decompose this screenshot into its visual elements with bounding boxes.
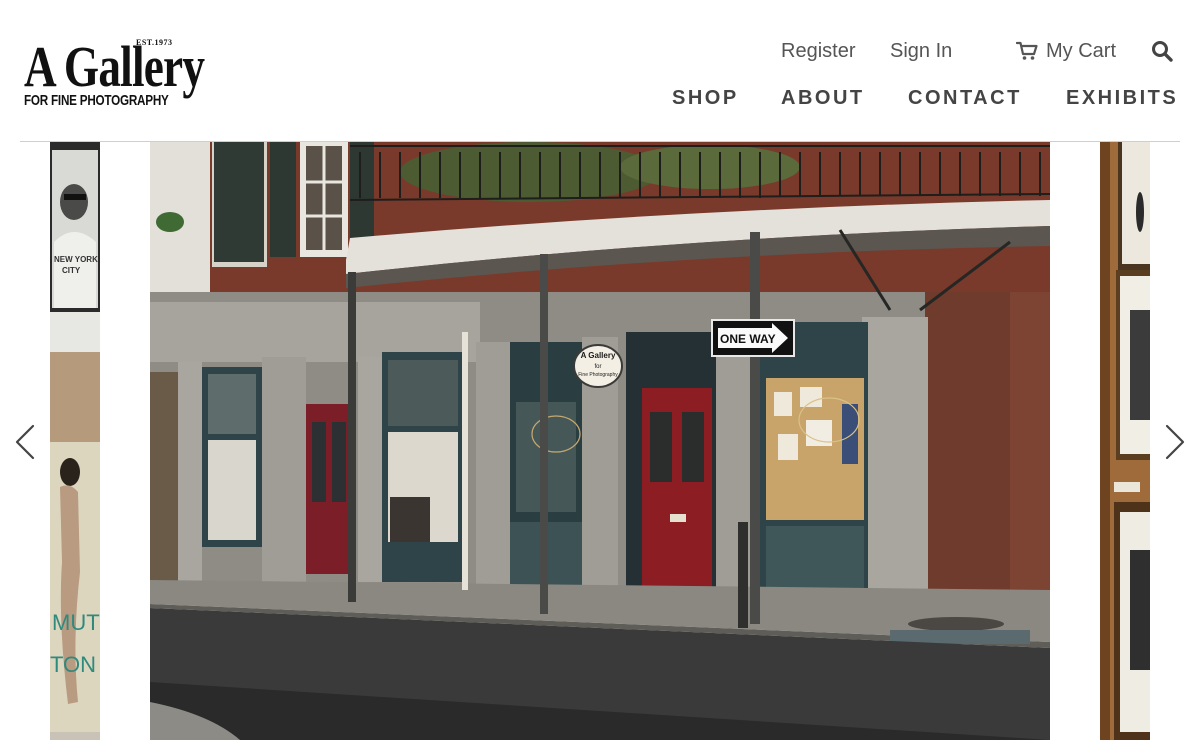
carousel-next-slide[interactable] — [1100, 142, 1150, 740]
logo-tagline: FOR FINE PHOTOGRAPHY — [24, 92, 169, 109]
chevron-left-icon — [15, 424, 35, 460]
search-button[interactable] — [1151, 40, 1175, 64]
prev-slide-image: NEW YORK CITY MUT TON — [50, 142, 100, 740]
poster-text: CITY — [62, 266, 81, 275]
poster-text: MUT — [52, 610, 100, 635]
search-icon — [1152, 41, 1173, 62]
my-cart-link[interactable]: My Cart — [1016, 38, 1116, 64]
gallery-storefront-photo: A Gallery for Fine Photography ONE WAY — [150, 142, 1050, 740]
sign-in-link[interactable]: Sign In — [890, 38, 952, 64]
chevron-right-icon — [1165, 424, 1185, 460]
one-way-sign-text: ONE WAY — [720, 332, 776, 346]
shop-sign-text: A Gallery — [581, 351, 616, 360]
carousel-next-button[interactable] — [1164, 424, 1186, 460]
site-logo[interactable]: EST.1973 A Gallery FOR FINE PHOTOGRAPHY — [24, 36, 205, 114]
carousel-prev-slide[interactable]: NEW YORK CITY MUT TON — [50, 142, 100, 740]
shop-sign-text: for — [594, 364, 601, 370]
logo-name: A Gallery — [24, 34, 205, 99]
next-slide-image — [1100, 142, 1150, 740]
my-cart-label: My Cart — [1046, 40, 1116, 62]
register-link[interactable]: Register — [781, 38, 855, 64]
image-carousel: NEW YORK CITY MUT TON A Gallery for Fine… — [0, 142, 1200, 740]
carousel-prev-button[interactable] — [14, 424, 36, 460]
nav-about[interactable]: ABOUT — [781, 86, 865, 110]
shop-sign-text: Fine Photography — [578, 372, 618, 378]
nav-exhibits[interactable]: EXHIBITS — [1066, 86, 1178, 110]
shopping-cart-icon — [1016, 41, 1038, 60]
poster-text: NEW YORK — [54, 255, 98, 264]
nav-shop[interactable]: SHOP — [672, 86, 739, 110]
nav-contact[interactable]: CONTACT — [908, 86, 1022, 110]
poster-text: TON — [50, 652, 96, 677]
carousel-current-slide: A Gallery for Fine Photography ONE WAY — [150, 142, 1050, 740]
